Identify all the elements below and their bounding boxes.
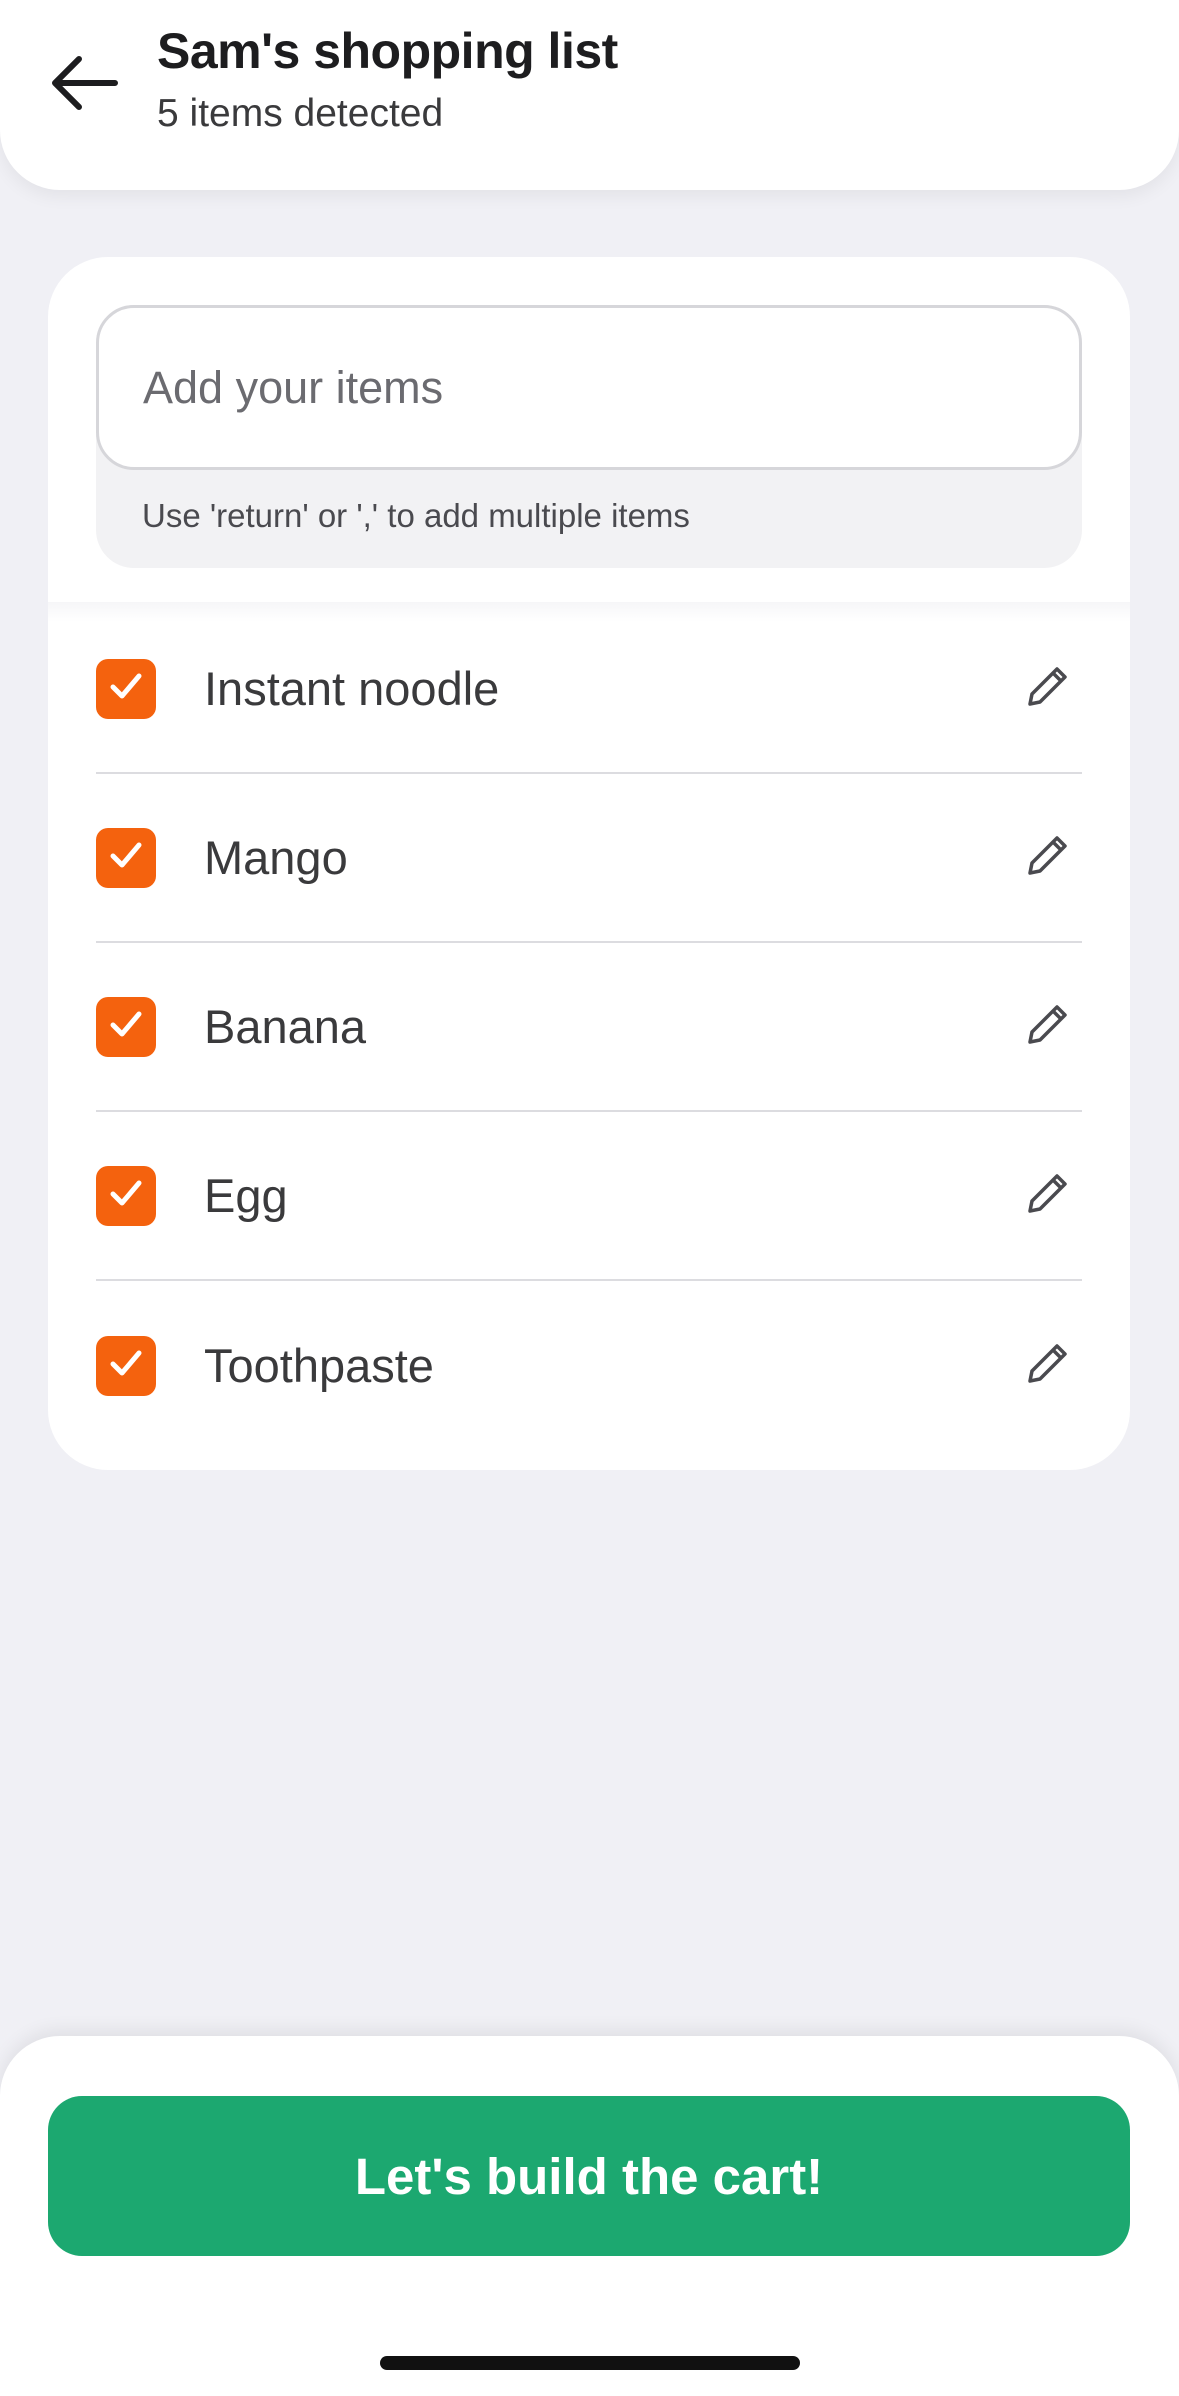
pencil-icon (1025, 663, 1071, 714)
list-item: Mango (96, 774, 1082, 943)
checkmark-icon (106, 1343, 146, 1388)
input-hint: Use 'return' or ',' to add multiple item… (142, 497, 690, 534)
item-checkbox[interactable] (96, 996, 156, 1057)
edit-item-button[interactable] (1018, 659, 1078, 719)
pencil-icon (1025, 1001, 1071, 1052)
bottom-action-sheet: Let's build the cart! (0, 2036, 1179, 2396)
back-button[interactable] (40, 40, 130, 130)
checkmark-icon (106, 1004, 146, 1049)
list-item: Toothpaste (96, 1281, 1082, 1450)
list-item: Banana (96, 943, 1082, 1112)
items-list: Instant noodle Mango Banana Egg Toothpas… (96, 605, 1082, 1450)
edit-item-button[interactable] (1018, 828, 1078, 888)
shopping-list-card: Use 'return' or ',' to add multiple item… (48, 257, 1130, 1470)
build-cart-button[interactable]: Let's build the cart! (48, 2096, 1130, 2256)
items-count-subtitle: 5 items detected (157, 92, 444, 135)
item-checkbox[interactable] (96, 1165, 156, 1226)
list-item: Egg (96, 1112, 1082, 1281)
app-screen: Sam's shopping list 5 items detected Use… (0, 0, 1179, 2396)
checkmark-icon (106, 1173, 146, 1218)
item-checkbox[interactable] (96, 827, 156, 888)
pencil-icon (1025, 1340, 1071, 1391)
edit-item-button[interactable] (1018, 1166, 1078, 1226)
pencil-icon (1025, 832, 1071, 883)
item-label: Toothpaste (204, 1339, 434, 1392)
item-label: Egg (204, 1169, 288, 1222)
list-item: Instant noodle (96, 605, 1082, 774)
add-items-input[interactable] (96, 305, 1082, 470)
home-indicator[interactable] (380, 2356, 800, 2370)
item-label: Banana (204, 1000, 367, 1053)
item-label: Instant noodle (204, 662, 500, 715)
add-items-block: Use 'return' or ',' to add multiple item… (96, 305, 1082, 568)
checkmark-icon (106, 835, 146, 880)
item-checkbox[interactable] (96, 1335, 156, 1396)
checkmark-icon (106, 666, 146, 711)
item-label: Mango (204, 831, 348, 884)
item-checkbox[interactable] (96, 658, 156, 719)
page-title: Sam's shopping list (157, 23, 618, 79)
header-bar: Sam's shopping list 5 items detected (0, 0, 1179, 190)
edit-item-button[interactable] (1018, 1336, 1078, 1396)
arrow-left-icon (49, 53, 121, 118)
edit-item-button[interactable] (1018, 997, 1078, 1057)
pencil-icon (1025, 1170, 1071, 1221)
